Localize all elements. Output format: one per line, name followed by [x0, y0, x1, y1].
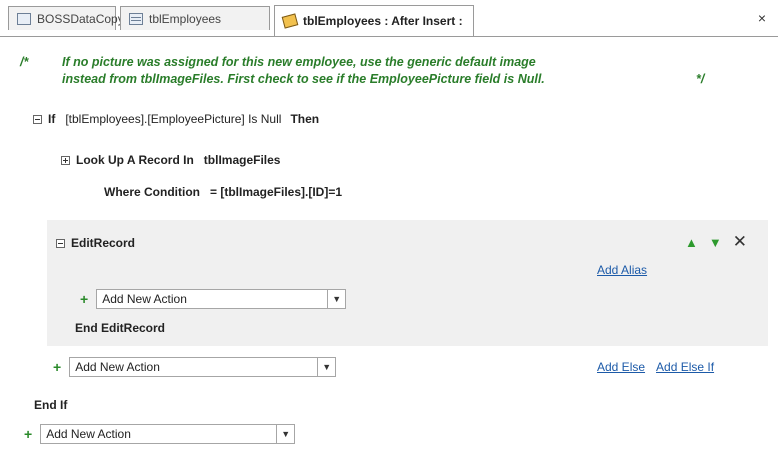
- comment-line-1: If no picture was assigned for this new …: [62, 55, 536, 69]
- add-icon: +: [80, 291, 89, 307]
- document-tab-bar: BOSSDataCopy tblEmployees tblEmployees :…: [0, 0, 778, 37]
- then-keyword: Then: [290, 112, 320, 126]
- delete-icon[interactable]: ✕: [733, 232, 747, 252]
- comment-close-marker: */: [696, 72, 705, 86]
- chevron-down-icon[interactable]: ▼: [276, 425, 294, 443]
- lookup-label: Look Up A Record In: [76, 153, 194, 167]
- add-new-action-select[interactable]: Add New Action ▼: [96, 289, 347, 309]
- where-condition-value: = [tblImageFiles].[ID]=1: [210, 185, 343, 199]
- lookup-table: tblImageFiles: [203, 153, 281, 167]
- select-value: Add New Action: [75, 360, 160, 374]
- collapse-icon[interactable]: [33, 114, 42, 124]
- if-keyword: If: [48, 112, 56, 126]
- macro-icon: [281, 13, 299, 29]
- editrecord-header: EditRecord: [56, 236, 135, 250]
- where-condition-row: Where Condition = [tblImageFiles].[ID]=1: [104, 185, 342, 199]
- add-icon: +: [53, 359, 62, 375]
- add-alias-row: Add Alias: [597, 263, 647, 277]
- end-if-label: End If: [34, 398, 68, 412]
- macro-comment[interactable]: /* If no picture was assigned for this n…: [20, 54, 740, 88]
- tab-tblemployees[interactable]: tblEmployees: [120, 6, 270, 30]
- editrecord-block[interactable]: EditRecord ▲ ▼ ✕ Add Alias + Add New Act…: [47, 220, 768, 346]
- end-editrecord: End EditRecord: [75, 321, 165, 335]
- tab-after-insert-macro[interactable]: tblEmployees : After Insert :: [274, 5, 474, 36]
- close-icon[interactable]: ×: [758, 10, 766, 26]
- table-icon: [129, 12, 143, 25]
- add-new-action-select[interactable]: Add New Action ▼: [40, 424, 296, 444]
- add-else-link[interactable]: Add Else: [597, 360, 645, 374]
- comment-line-2: instead from tblImageFiles. First check …: [62, 72, 545, 86]
- macro-add-action-row: + Add New Action ▼: [24, 424, 296, 444]
- database-icon: [17, 12, 31, 25]
- add-else-if-link[interactable]: Add Else If: [656, 360, 714, 374]
- select-value: Add New Action: [46, 427, 131, 441]
- move-down-icon[interactable]: ▼: [709, 235, 722, 250]
- lookup-record-action[interactable]: Look Up A Record In tblImageFiles: [61, 153, 280, 167]
- block-controls: ▲ ▼ ✕: [685, 232, 747, 252]
- if-statement[interactable]: If [tblEmployees].[EmployeePicture] Is N…: [33, 112, 319, 126]
- where-condition-label: Where Condition: [104, 185, 200, 199]
- editrecord-add-action-row: + Add New Action ▼: [80, 289, 347, 309]
- tab-bossdatacopy[interactable]: BOSSDataCopy: [8, 6, 124, 30]
- end-if: End If: [34, 398, 67, 412]
- editrecord-label: EditRecord: [71, 236, 136, 250]
- if-condition[interactable]: [tblEmployees].[EmployeePicture] Is Null: [65, 112, 281, 126]
- tab-label: BOSSDataCopy: [37, 11, 124, 26]
- add-icon: +: [24, 426, 33, 442]
- comment-open-marker: /*: [20, 55, 29, 69]
- move-up-icon[interactable]: ▲: [685, 235, 698, 250]
- end-editrecord-label: End EditRecord: [75, 321, 166, 335]
- add-alias-link[interactable]: Add Alias: [597, 263, 647, 277]
- if-add-action-row: + Add New Action ▼: [53, 357, 337, 377]
- add-new-action-select[interactable]: Add New Action ▼: [69, 357, 337, 377]
- select-value: Add New Action: [102, 292, 187, 306]
- expand-icon[interactable]: [61, 155, 70, 165]
- collapse-icon[interactable]: [56, 238, 65, 248]
- tab-label: tblEmployees : After Insert :: [303, 14, 463, 28]
- tab-label: tblEmployees: [149, 11, 222, 26]
- chevron-down-icon[interactable]: ▼: [317, 358, 335, 376]
- chevron-down-icon[interactable]: ▼: [327, 290, 345, 308]
- else-links: Add Else Add Else If: [597, 360, 714, 374]
